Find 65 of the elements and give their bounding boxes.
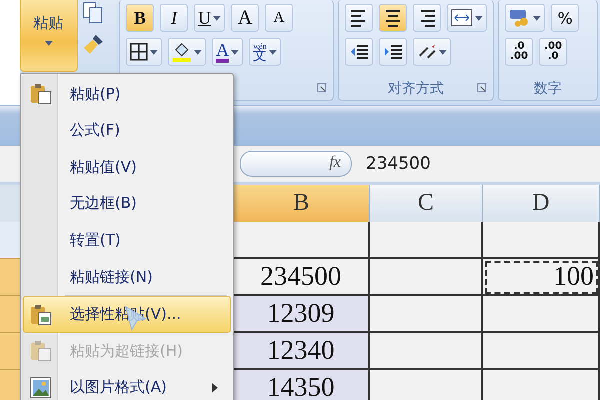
phonetic-button[interactable]: wén 文 <box>249 38 282 66</box>
indent-icon <box>383 42 404 62</box>
caret-icon <box>44 41 53 46</box>
align-center-button[interactable] <box>379 4 408 32</box>
align-right-button[interactable] <box>413 4 442 32</box>
table-cell: 234500 <box>234 259 370 296</box>
column-header[interactable]: C <box>370 185 483 222</box>
italic-button[interactable]: I <box>160 4 188 32</box>
clipboard-icon <box>30 83 52 106</box>
menu-item[interactable]: 转置(T) <box>23 222 231 259</box>
align-left-button[interactable] <box>345 4 374 32</box>
borders-button[interactable] <box>126 38 162 66</box>
menu-item[interactable]: 粘贴(P) <box>23 76 231 113</box>
grow-button[interactable]: A <box>231 4 260 32</box>
caret-icon <box>231 50 240 54</box>
table-cell: 12309 <box>234 296 370 333</box>
underline-button[interactable]: U <box>194 4 226 32</box>
fill-button[interactable] <box>168 38 206 66</box>
dialog-launcher-icon[interactable] <box>477 83 488 93</box>
bold-button[interactable]: B <box>126 4 154 32</box>
menu-item[interactable]: 粘贴链接(N) <box>23 258 231 296</box>
caret-icon <box>269 50 278 54</box>
shrink-button[interactable]: A <box>265 4 294 32</box>
decimal-button[interactable]: .0 .00 <box>505 38 534 66</box>
font-color-button[interactable]: A <box>212 38 244 66</box>
table-cell: 12340 <box>234 333 370 370</box>
caret-icon <box>439 50 448 54</box>
column-header[interactable]: D <box>483 185 600 222</box>
group-label: 数字 <box>534 80 562 98</box>
name-box[interactable]: fx <box>240 151 352 177</box>
caret-icon <box>213 16 222 20</box>
picture-icon <box>30 376 52 399</box>
format-painter-icon[interactable] <box>82 32 106 56</box>
column-header[interactable]: B <box>234 185 370 222</box>
percent-button[interactable]: % <box>551 4 580 32</box>
copy-icon[interactable] <box>82 2 104 24</box>
menu-item[interactable]: 公式(F) <box>23 112 231 150</box>
merge-cells-icon <box>451 9 474 27</box>
caret-icon <box>150 50 158 54</box>
header-corner <box>0 185 20 222</box>
decimal-button[interactable]: .00 .0 <box>539 38 568 66</box>
merge-button[interactable] <box>447 4 488 32</box>
indent-less-button[interactable] <box>345 38 374 66</box>
orientation-button[interactable] <box>413 38 452 66</box>
indent-more-button[interactable] <box>379 38 408 66</box>
clipboard-icon <box>30 304 52 326</box>
clipboard-icon <box>30 340 52 362</box>
submenu-arrow-icon <box>212 382 218 393</box>
borders-icon <box>130 43 148 61</box>
paste-button[interactable]: 粘贴 <box>20 0 78 72</box>
table-cell: 100 <box>483 259 600 296</box>
caret-icon <box>475 16 484 20</box>
caret-icon <box>533 16 542 20</box>
dialog-launcher-icon[interactable] <box>317 83 328 93</box>
currency-button[interactable] <box>505 4 546 32</box>
indent-icon <box>349 42 370 62</box>
menu-item[interactable]: 粘贴值(V) <box>23 149 231 186</box>
function-button[interactable]: fx <box>329 154 341 172</box>
caret-icon <box>194 50 202 54</box>
paint-bucket-icon <box>172 42 192 62</box>
table-cell: 14350 <box>234 370 370 400</box>
group-label: 对齐方式 <box>388 80 444 98</box>
menu-item[interactable]: 无边框(B) <box>23 186 231 222</box>
formula-value[interactable]: 234500 <box>366 154 431 174</box>
menu-item[interactable]: 以图片格式(A) <box>23 369 231 400</box>
